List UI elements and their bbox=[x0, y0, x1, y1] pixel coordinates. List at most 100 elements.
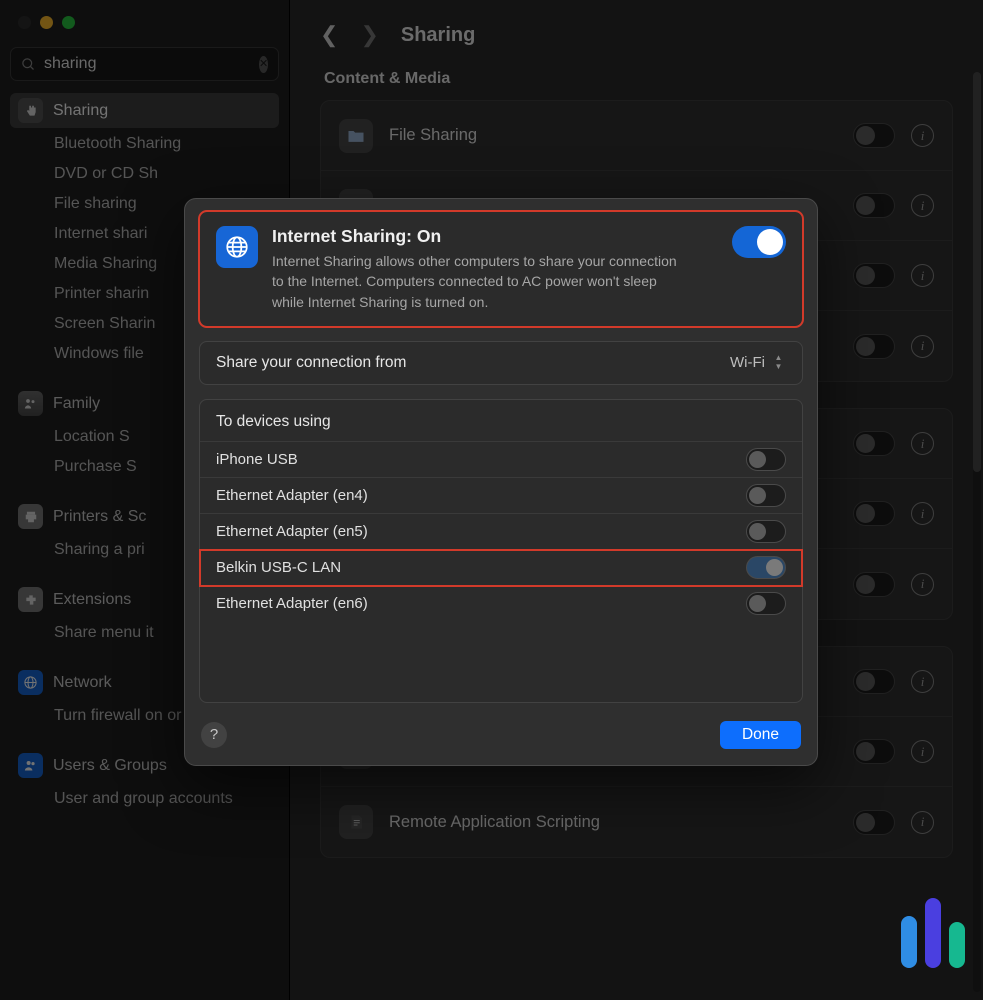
nav-back-button[interactable]: ❮ bbox=[320, 22, 338, 48]
fullscreen-window-button[interactable] bbox=[62, 16, 75, 29]
row-file-sharing[interactable]: File Sharing i bbox=[321, 101, 952, 171]
main-header: ❮ ❯ Sharing bbox=[320, 22, 953, 48]
help-button[interactable]: ? bbox=[201, 722, 227, 748]
row-remote-scripting[interactable]: Remote Application Scripting i bbox=[321, 787, 952, 857]
device-label: Ethernet Adapter (en6) bbox=[216, 595, 368, 612]
toggle[interactable] bbox=[853, 334, 895, 359]
sidebar-item-label: Media Sharing bbox=[54, 255, 157, 273]
device-toggle[interactable] bbox=[746, 592, 786, 615]
info-button[interactable]: i bbox=[911, 573, 934, 596]
window-controls bbox=[10, 6, 279, 47]
brand-bar bbox=[925, 898, 941, 968]
toggle[interactable] bbox=[853, 431, 895, 456]
share-from-select[interactable]: Wi-Fi ▲▼ bbox=[730, 354, 786, 372]
status-title: Internet Sharing: On bbox=[272, 226, 718, 247]
script-icon bbox=[339, 805, 373, 839]
sidebar-item-label: Sharing bbox=[53, 102, 108, 120]
status-description: Internet Sharing allows other computers … bbox=[272, 251, 692, 312]
device-row[interactable]: Ethernet Adapter (en6) bbox=[200, 586, 802, 622]
info-button[interactable]: i bbox=[911, 502, 934, 525]
minimize-window-button[interactable] bbox=[40, 16, 53, 29]
toggle-remote-scripting[interactable] bbox=[853, 810, 895, 835]
toggle-file-sharing[interactable] bbox=[853, 123, 895, 148]
sidebar-item-label: Printer sharin bbox=[54, 285, 149, 303]
info-button[interactable]: i bbox=[911, 432, 934, 455]
sidebar-item-label: Users & Groups bbox=[53, 757, 167, 775]
info-button[interactable]: i bbox=[911, 811, 934, 834]
sidebar-item-label: Family bbox=[53, 395, 100, 413]
sidebar-item-label: Internet shari bbox=[54, 225, 147, 243]
toggle[interactable] bbox=[853, 572, 895, 597]
sidebar-item-bluetooth-sharing[interactable]: Bluetooth Sharing bbox=[10, 130, 279, 158]
brand-widget bbox=[901, 898, 965, 968]
share-from-block: Share your connection from Wi-Fi ▲▼ bbox=[199, 341, 803, 385]
device-toggle[interactable] bbox=[746, 520, 786, 543]
toggle-internet-sharing[interactable] bbox=[732, 226, 786, 258]
sidebar-item-label: User and group accounts bbox=[54, 790, 233, 808]
device-row[interactable]: Ethernet Adapter (en5) bbox=[200, 514, 802, 550]
info-button[interactable]: i bbox=[911, 670, 934, 693]
toggle-remote-login[interactable] bbox=[853, 739, 895, 764]
search-input[interactable] bbox=[44, 55, 251, 73]
sidebar-item-dvd-sharing[interactable]: DVD or CD Sh bbox=[10, 160, 279, 188]
extensions-icon bbox=[18, 587, 43, 612]
sidebar-item-label: Extensions bbox=[53, 591, 131, 609]
sidebar-item-sharing[interactable]: Sharing bbox=[10, 93, 279, 128]
device-row[interactable]: iPhone USB bbox=[200, 442, 802, 478]
nav-forward-button[interactable]: ❯ bbox=[360, 22, 378, 48]
brand-bar bbox=[949, 922, 965, 968]
section-title-content-media: Content & Media bbox=[324, 70, 953, 88]
sidebar-item-label: Bluetooth Sharing bbox=[54, 135, 181, 153]
device-toggle[interactable] bbox=[746, 556, 786, 579]
users-icon bbox=[18, 753, 43, 778]
device-row[interactable]: Ethernet Adapter (en4) bbox=[200, 478, 802, 514]
sidebar-item-label: Share menu it bbox=[54, 624, 154, 642]
scrollbar-thumb[interactable] bbox=[973, 72, 981, 472]
device-toggle[interactable] bbox=[746, 448, 786, 471]
globe-icon bbox=[216, 226, 258, 268]
devices-header: To devices using bbox=[200, 400, 802, 442]
internet-sharing-modal: Internet Sharing: On Internet Sharing al… bbox=[184, 198, 818, 766]
sidebar-item-label: Turn firewall on or off bbox=[54, 707, 203, 725]
family-icon bbox=[18, 391, 43, 416]
toggle[interactable] bbox=[853, 501, 895, 526]
sidebar-item-label: File sharing bbox=[54, 195, 137, 213]
folder-icon bbox=[339, 119, 373, 153]
search-icon bbox=[21, 57, 36, 72]
info-button[interactable]: i bbox=[911, 335, 934, 358]
toggle[interactable] bbox=[853, 263, 895, 288]
sidebar-item-label: DVD or CD Sh bbox=[54, 165, 158, 183]
device-label: iPhone USB bbox=[216, 451, 298, 468]
sidebar-item-label: Location S bbox=[54, 428, 130, 446]
done-button[interactable]: Done bbox=[720, 721, 801, 749]
device-row[interactable]: Belkin USB-C LAN bbox=[200, 550, 802, 586]
sidebar-item-label: Network bbox=[53, 674, 112, 692]
sidebar-item-label: Sharing a pri bbox=[54, 541, 145, 559]
row-label: Remote Application Scripting bbox=[389, 813, 837, 832]
hand-icon bbox=[18, 98, 43, 123]
toggle[interactable] bbox=[853, 669, 895, 694]
sidebar-item-label: Screen Sharin bbox=[54, 315, 155, 333]
close-window-button[interactable] bbox=[18, 16, 31, 29]
info-button[interactable]: i bbox=[911, 124, 934, 147]
info-button[interactable]: i bbox=[911, 740, 934, 763]
device-label: Ethernet Adapter (en5) bbox=[216, 523, 368, 540]
printer-icon bbox=[18, 504, 43, 529]
info-button[interactable]: i bbox=[911, 194, 934, 217]
sidebar-search[interactable]: ✕ bbox=[10, 47, 279, 81]
devices-block: To devices using iPhone USB Ethernet Adap… bbox=[199, 399, 803, 703]
sidebar-item-label: Windows file bbox=[54, 345, 144, 363]
chevron-up-down-icon: ▲▼ bbox=[771, 354, 786, 372]
status-block: Internet Sharing: On Internet Sharing al… bbox=[199, 211, 803, 327]
sidebar-item-label: Purchase S bbox=[54, 458, 137, 476]
device-toggle[interactable] bbox=[746, 484, 786, 507]
toggle[interactable] bbox=[853, 193, 895, 218]
globe-icon bbox=[18, 670, 43, 695]
sidebar-item-users-sub[interactable]: User and group accounts bbox=[10, 785, 279, 813]
info-button[interactable]: i bbox=[911, 264, 934, 287]
device-label: Ethernet Adapter (en4) bbox=[216, 487, 368, 504]
page-title: Sharing bbox=[401, 24, 475, 47]
clear-search-icon[interactable]: ✕ bbox=[259, 56, 268, 73]
sidebar-item-label: Printers & Sc bbox=[53, 508, 146, 526]
row-label: File Sharing bbox=[389, 126, 837, 145]
